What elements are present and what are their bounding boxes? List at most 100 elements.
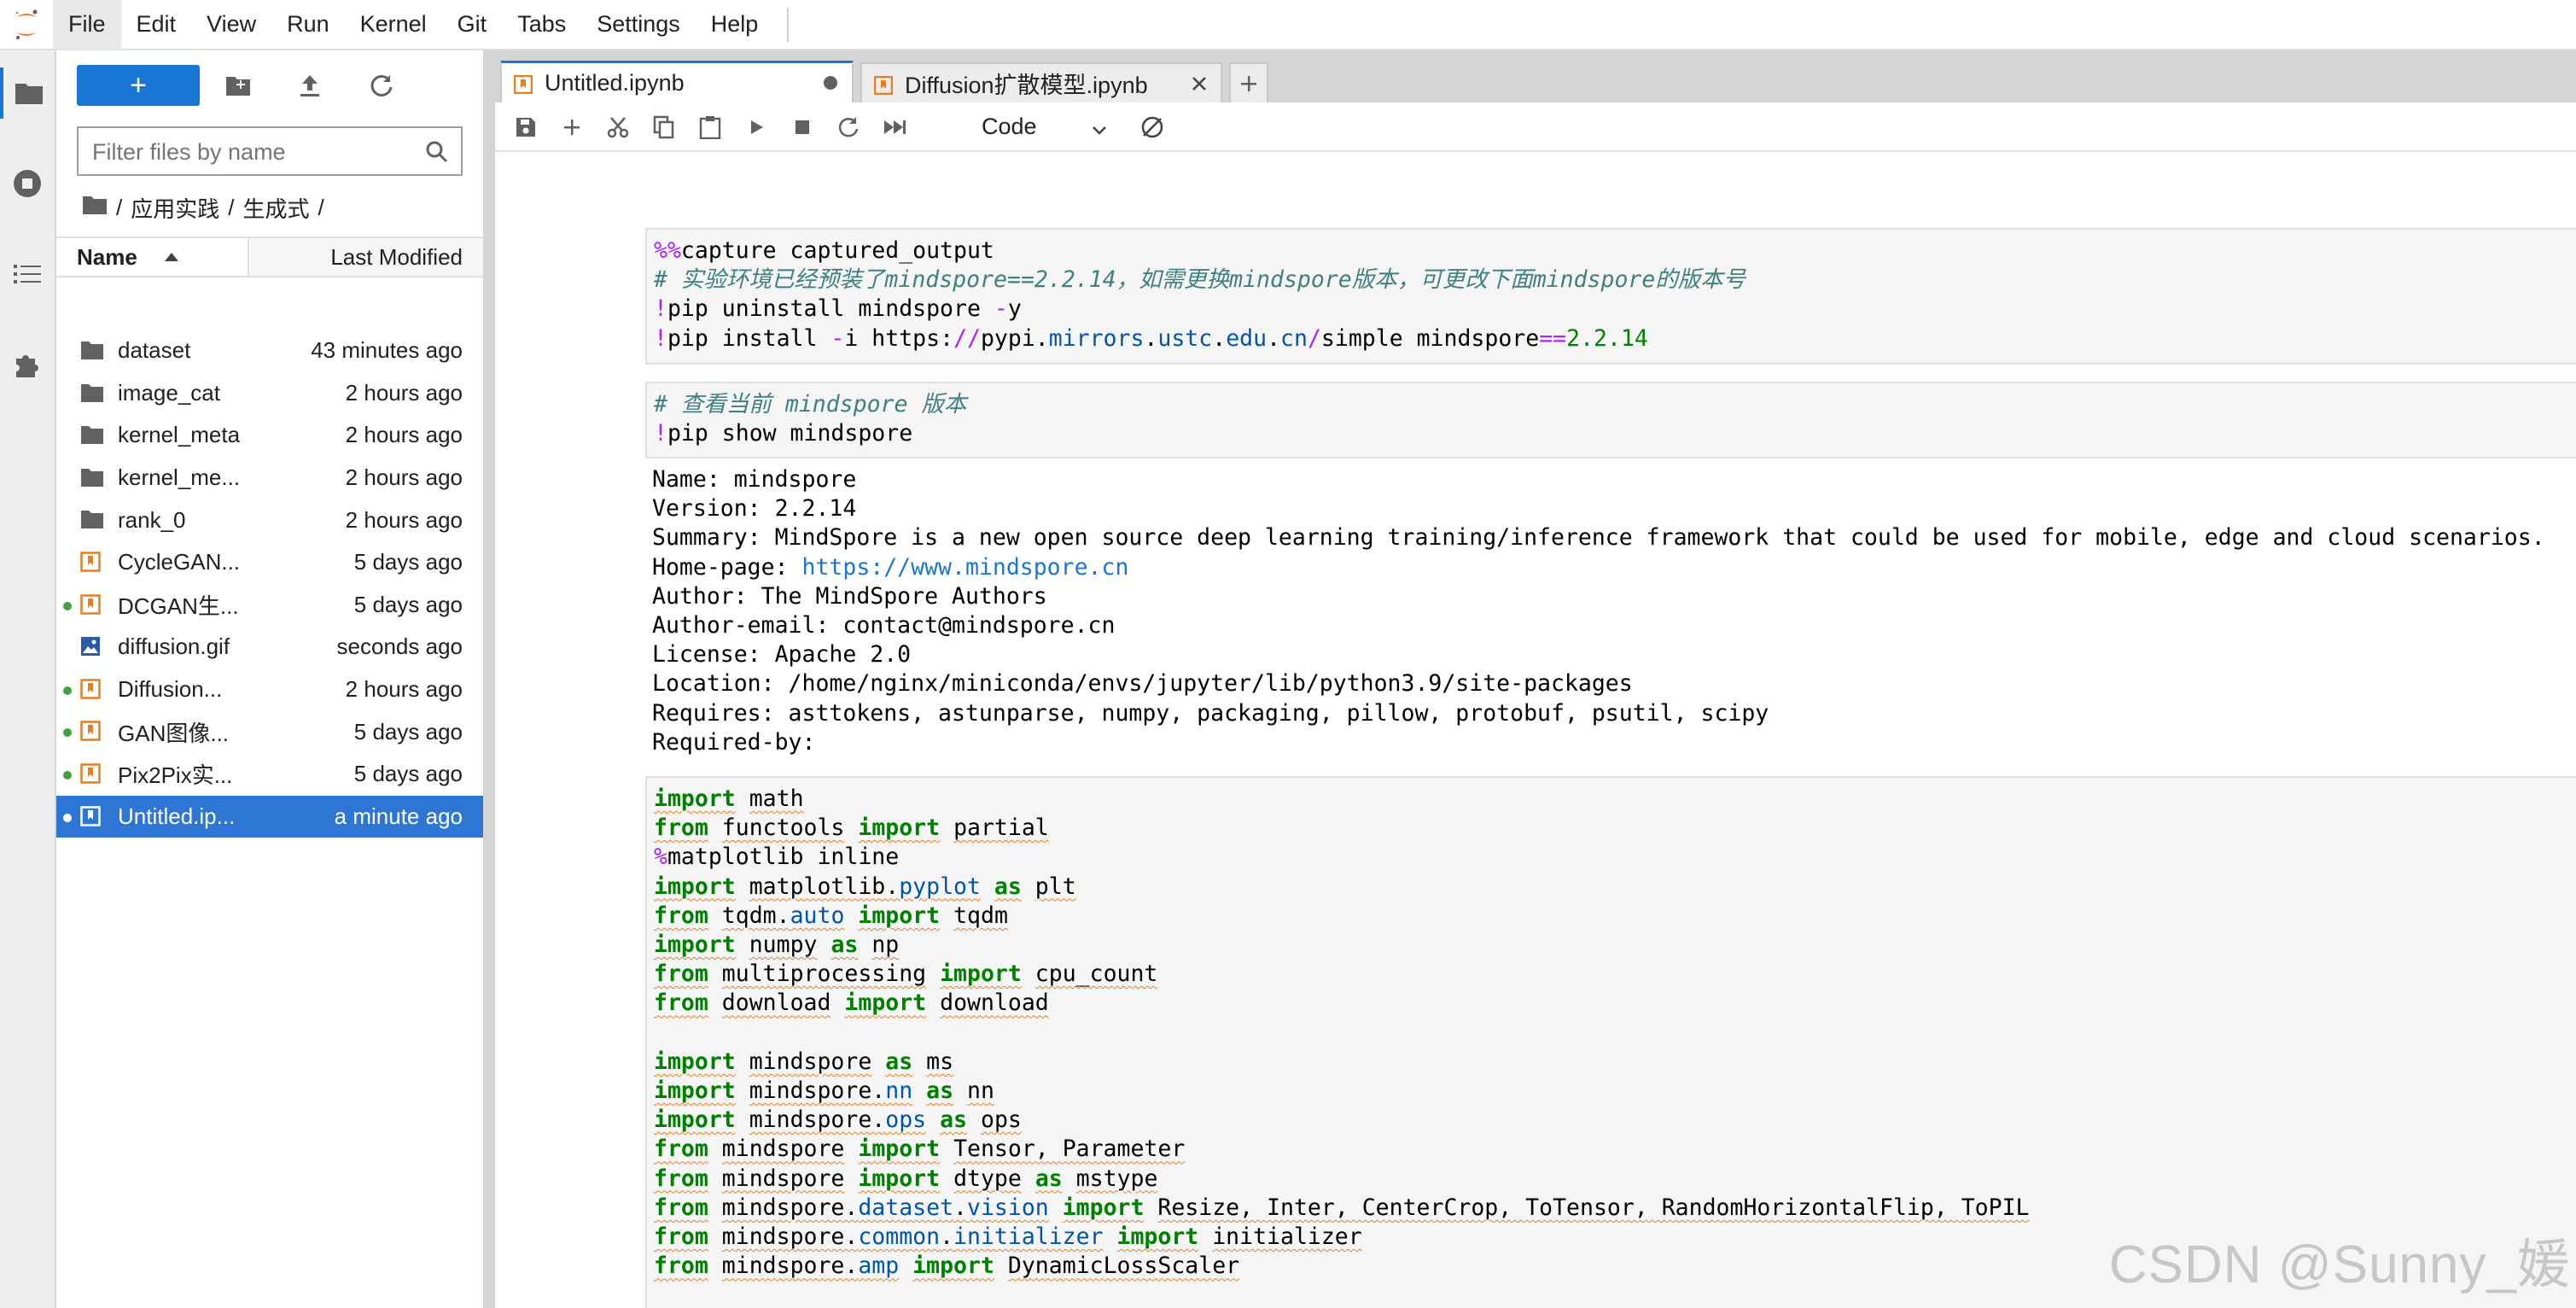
code-line: !pip show mindspore — [654, 420, 913, 447]
jupyter-logo-icon — [0, 0, 53, 50]
code-line: !pip install -i https://pypi.mirrors.ust… — [654, 324, 1648, 352]
file-modified: 5 days ago — [353, 549, 463, 575]
file-row[interactable]: diffusion.gif seconds ago — [56, 626, 483, 669]
cut-icon[interactable] — [603, 112, 633, 143]
code-line: from mindspore import Tensor, Parameter — [654, 1136, 1186, 1163]
file-row[interactable]: Pix2Pix实... 5 days ago — [56, 753, 483, 796]
watermark: CSDN @Sunny_媛 — [2108, 1235, 2571, 1294]
file-modified: 2 hours ago — [345, 422, 463, 448]
notebook-icon — [873, 74, 894, 96]
left-activity-bar — [0, 50, 56, 1308]
file-name: Diffusion... — [118, 676, 223, 703]
notebook-icon — [80, 593, 104, 616]
folder-icon — [80, 382, 104, 405]
menu-file[interactable]: File — [53, 0, 121, 50]
cell-type-dropdown[interactable]: Code — [973, 109, 1120, 143]
panel-splitter[interactable] — [483, 50, 495, 1308]
menu-view[interactable]: View — [191, 0, 271, 50]
output-line: Author-email: contact@mindspore.cn — [652, 612, 1116, 639]
add-tab-button[interactable] — [1229, 62, 1268, 102]
menu-git[interactable]: Git — [442, 0, 503, 50]
restart-icon[interactable] — [833, 112, 864, 143]
file-row[interactable]: GAN图像... 5 days ago — [56, 710, 483, 753]
output-line: Required-by: — [652, 728, 816, 756]
new-folder-icon[interactable] — [218, 65, 259, 106]
output-line: Requires: asttokens, astunparse, numpy, … — [652, 699, 1769, 727]
file-browser-panel: + / 应用实践 / 生成式 / Name Last Modified data… — [56, 50, 483, 1308]
run-icon[interactable] — [741, 112, 772, 143]
file-name: rank_0 — [118, 506, 186, 533]
code-line: import numpy as np — [654, 931, 900, 959]
sort-ascending-icon — [164, 253, 178, 261]
save-icon[interactable] — [510, 112, 541, 143]
column-header-name[interactable]: Name — [56, 238, 249, 276]
notebook-icon — [80, 552, 104, 574]
tab-label: Diffusion扩散模型.ipynb — [905, 73, 1148, 98]
new-launcher-button[interactable]: + — [77, 65, 200, 106]
menu-edit[interactable]: Edit — [121, 0, 192, 50]
file-row[interactable]: dataset 43 minutes ago — [56, 330, 483, 372]
code-line: from mindspore.amp import DynamicLossSca… — [654, 1253, 1240, 1280]
file-row[interactable]: image_cat 2 hours ago — [56, 372, 483, 415]
close-icon[interactable] — [1188, 73, 1210, 95]
tab-diffusion-ipynb[interactable]: Diffusion扩散模型.ipynb — [860, 62, 1222, 102]
breadcrumb-separator: / — [318, 194, 324, 220]
file-modified: seconds ago — [336, 634, 463, 660]
running-indicator-icon — [63, 686, 72, 695]
stop-icon[interactable] — [787, 112, 818, 143]
file-row[interactable]: kernel_meta 2 hours ago — [56, 414, 483, 457]
breadcrumb-separator: / — [228, 194, 235, 220]
image-icon — [80, 636, 104, 658]
fast-forward-icon[interactable] — [879, 112, 910, 143]
unsaved-changes-dot-icon[interactable] — [819, 72, 842, 94]
breadcrumb-item-shengchengshi[interactable]: 生成式 — [242, 192, 309, 224]
file-filter-input[interactable] — [92, 133, 417, 171]
file-modified: a minute ago — [334, 803, 463, 829]
file-filter-field — [77, 126, 463, 176]
tab-untitled-ipynb[interactable]: Untitled.ipynb — [500, 61, 854, 102]
home-folder-icon[interactable] — [82, 195, 108, 221]
file-modified: 2 hours ago — [345, 676, 463, 703]
code-line: # 查看当前 mindspore 版本 — [654, 391, 967, 418]
homepage-link[interactable]: https://www.mindspore.cn — [802, 554, 1129, 581]
code-cell-input[interactable]: # 查看当前 mindspore 版本 !pip show mindspore — [645, 382, 2576, 458]
output-line: Summary: MindSpore is a new open source … — [652, 524, 2545, 552]
document-tab-bar: Untitled.ipynb Diffusion扩散模型.ipynb — [495, 50, 2576, 102]
file-name: GAN图像... — [118, 720, 230, 746]
file-modified: 2 hours ago — [345, 379, 463, 406]
file-row[interactable]: CycleGAN... 5 days ago — [56, 541, 483, 584]
menu-help[interactable]: Help — [696, 0, 774, 50]
menu-settings[interactable]: Settings — [581, 0, 696, 50]
upload-icon[interactable] — [289, 65, 330, 106]
folder-icon — [80, 509, 104, 531]
breadcrumb-item-yingyongshijian[interactable]: 应用实践 — [131, 192, 219, 224]
table-of-contents-icon[interactable] — [0, 248, 55, 300]
menu-tabs[interactable]: Tabs — [502, 0, 581, 50]
folder-icon[interactable] — [0, 67, 55, 119]
file-name: dataset — [118, 337, 191, 364]
extensions-icon[interactable] — [0, 339, 55, 390]
main-dock-area: Untitled.ipynb Diffusion扩散模型.ipynb Code … — [495, 50, 2576, 1308]
file-row[interactable]: kernel_me... 2 hours ago — [56, 457, 483, 499]
file-row[interactable]: rank_0 2 hours ago — [56, 499, 483, 541]
notebook-icon — [80, 679, 104, 701]
menu-bar: File Edit View Run Kernel Git Tabs Setti… — [0, 0, 2576, 50]
file-row[interactable]: DCGAN生... 5 days ago — [56, 584, 483, 627]
output-line: Author: The MindSpore Authors — [652, 582, 1047, 610]
notebook-panel: [1]: %%capture captured_output # 实验环境已经预… — [495, 152, 2576, 1308]
code-line: from functools import partial — [654, 815, 1049, 842]
file-row[interactable]: Diffusion... 2 hours ago — [56, 669, 483, 711]
running-sessions-icon[interactable] — [0, 158, 55, 209]
column-header-last-modified[interactable]: Last Modified — [249, 238, 483, 276]
file-row[interactable]: Untitled.ip... a minute ago — [56, 795, 483, 838]
menu-kernel[interactable]: Kernel — [345, 0, 442, 50]
copy-icon[interactable] — [649, 112, 679, 143]
menu-run[interactable]: Run — [271, 0, 345, 50]
running-indicator-icon — [63, 813, 72, 822]
paste-icon[interactable] — [695, 112, 726, 143]
code-cell-input[interactable]: %%capture captured_output # 实验环境已经预装了min… — [645, 228, 2576, 365]
code-line: import mindspore as ms — [654, 1048, 954, 1075]
file-browser-toolbar: + — [56, 50, 483, 136]
refresh-icon[interactable] — [361, 65, 402, 106]
add-cell-icon[interactable] — [557, 112, 587, 143]
